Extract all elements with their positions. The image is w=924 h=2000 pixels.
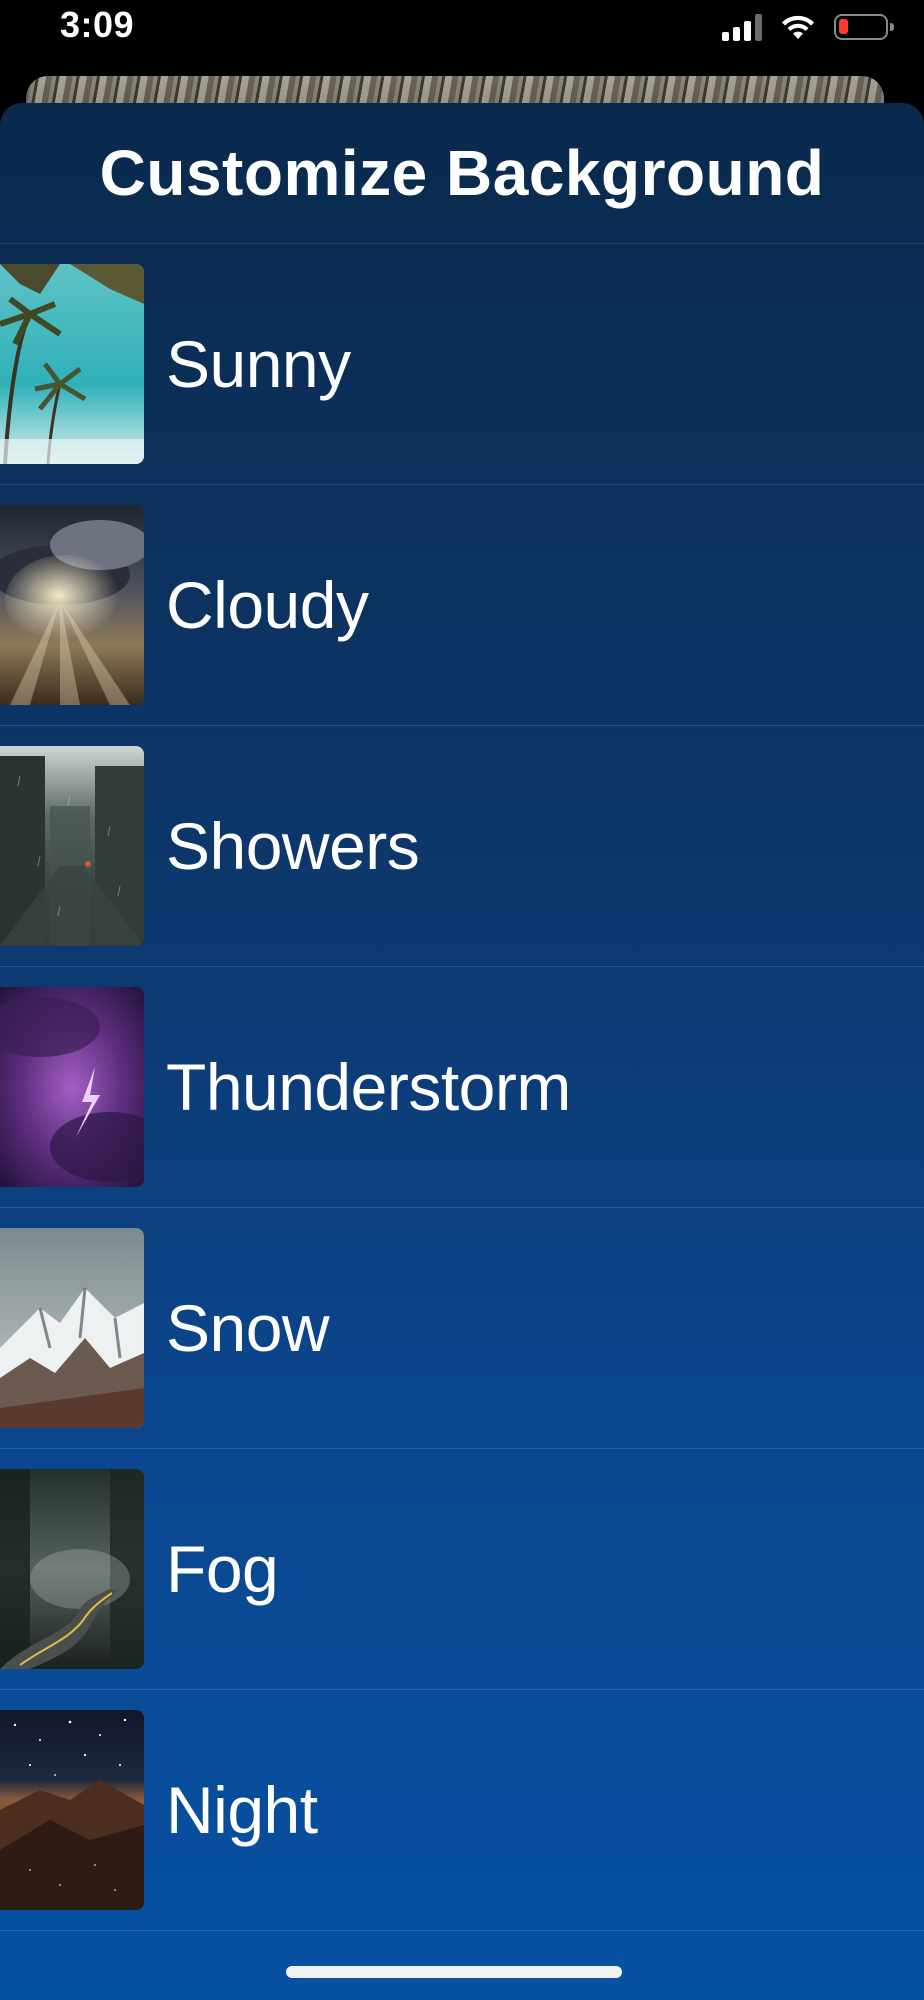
background-option-label: Sunny [166,327,351,401]
background-option-label: Showers [166,809,420,883]
background-option-thunderstorm[interactable]: Thunderstorm [0,967,924,1208]
status-time: 3:09 [60,4,135,45]
wifi-icon [782,15,814,39]
page-title: Customize Background [99,137,825,209]
battery-level [839,19,848,34]
snowy-mountains-thumbnail [0,1228,144,1428]
background-option-night[interactable]: Night [0,1690,924,1931]
background-option-label: Fog [166,1532,279,1606]
background-list: Sunny Cloudy Showers Thunderstorm Snow F… [0,244,924,1931]
starry-night-mountain-thumbnail [0,1710,144,1910]
background-option-cloudy[interactable]: Cloudy [0,485,924,726]
purple-lightning-storm-thumbnail [0,987,144,1187]
cellular-signal-icon [722,13,762,41]
sheet-header: Customize Background [0,103,924,244]
background-option-fog[interactable]: Fog [0,1449,924,1690]
sunrays-through-clouds-thumbnail [0,505,144,705]
rainy-city-street-thumbnail [0,746,144,946]
battery-low-icon [834,14,894,40]
background-option-label: Cloudy [166,568,369,642]
background-option-sunny[interactable]: Sunny [0,244,924,485]
background-option-label: Snow [166,1291,330,1365]
home-indicator[interactable] [286,1966,622,1978]
palm-trees-sky-thumbnail [0,264,144,464]
background-option-label: Thunderstorm [166,1050,571,1124]
foggy-forest-road-thumbnail [0,1469,144,1669]
status-icons [722,10,894,44]
background-option-showers[interactable]: Showers [0,726,924,967]
customize-background-sheet: Customize Background Sunny Cloudy Shower… [0,103,924,2000]
status-bar: 3:09 [0,0,924,70]
background-option-snow[interactable]: Snow [0,1208,924,1449]
background-option-label: Night [166,1773,318,1847]
